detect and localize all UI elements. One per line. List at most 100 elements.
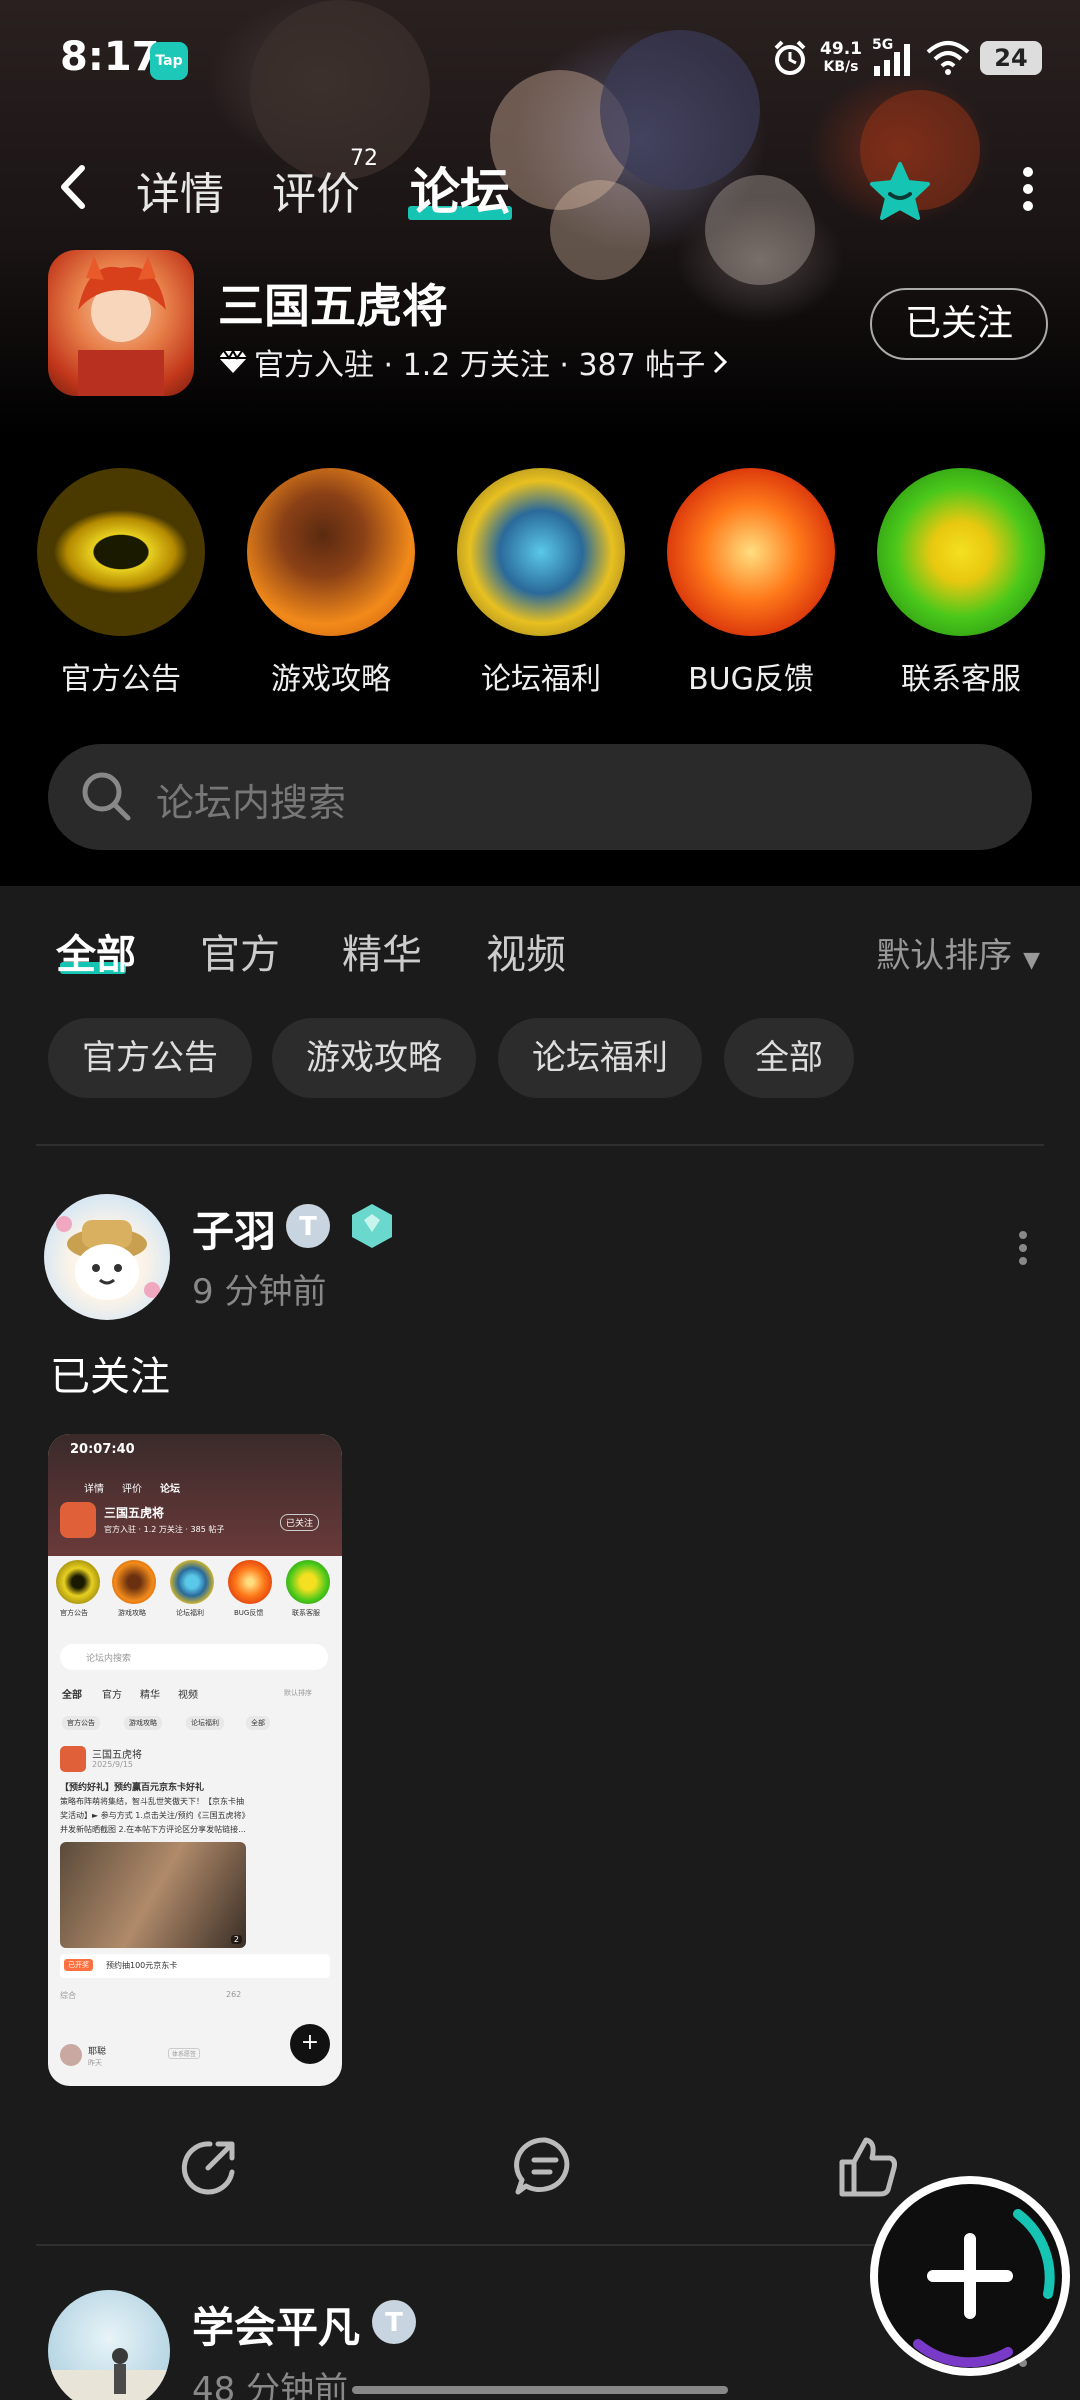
screenshot-chip: 游戏攻略 — [124, 1716, 162, 1730]
screenshot-lottery-bar: 已开奖 预约抽100元京东卡 — [60, 1954, 330, 1978]
screenshot-quick-label: 论坛福利 — [176, 1609, 204, 1617]
more-options-icon[interactable] — [1022, 166, 1034, 212]
screenshot-tag: 已开奖 — [64, 1959, 93, 1971]
favorite-star-icon[interactable] — [868, 160, 932, 224]
chip-all[interactable]: 全部 — [724, 1018, 854, 1098]
quick-link-label: BUG反馈 — [688, 662, 814, 697]
sort-dropdown[interactable]: 默认排序 ▼ — [876, 928, 1040, 977]
filter-tab-featured[interactable]: 精华 — [342, 922, 422, 980]
create-post-button[interactable] — [870, 2176, 1070, 2376]
screenshot-next-author: 耶聪 — [88, 2047, 107, 2057]
screenshot-next-time: 昨天 — [88, 2059, 102, 2067]
screenshot-post-avatar — [60, 1746, 86, 1772]
status-time: 8:17 — [60, 34, 160, 80]
quick-link-customer-service[interactable]: 联系客服 — [876, 468, 1046, 698]
screenshot-game-meta: 官方入驻 · 1.2 万关注 · 385 帖子 — [104, 1525, 225, 1534]
chip-benefits[interactable]: 论坛福利 — [498, 1018, 702, 1098]
caret-down-icon: ▼ — [1023, 948, 1040, 973]
taptap-app-icon: Tap — [150, 42, 188, 80]
screenshot-pumpkin-icon — [228, 1560, 272, 1604]
gift-rocket-icon — [457, 468, 625, 636]
post-time: 9 分钟前 — [192, 1272, 327, 1312]
screenshot-chip: 官方公告 — [62, 1716, 100, 1730]
screenshot-post-date: 2025/9/15 — [92, 1760, 134, 1769]
home-indicator — [352, 2386, 728, 2394]
back-arrow-icon[interactable] — [58, 164, 88, 210]
screenshot-image-count: 2 — [230, 1935, 242, 1944]
status-indicators: 49.1 KB/s 5G 24 — [770, 34, 1042, 82]
screenshot-tab: 评价 — [122, 1484, 142, 1495]
quick-link-announcements[interactable]: 官方公告 — [36, 468, 206, 698]
screenshot-time: 20:07:40 — [70, 1442, 135, 1457]
game-meta[interactable]: 官方入驻 · 1.2 万关注 · 387 帖子 — [218, 340, 729, 384]
search-placeholder: 论坛内搜索 — [156, 781, 347, 825]
sort-label: 默认排序 — [876, 936, 1013, 976]
screenshot-fire-icon — [112, 1560, 156, 1604]
screenshot-filter: 全部 — [62, 1690, 82, 1701]
quick-link-label: 游戏攻略 — [271, 662, 391, 697]
gem-badge-icon — [352, 1204, 392, 1248]
screenshot-post-line: 奖活动】► 参与方式 1.点击关注/预约《三国五虎将》 — [60, 1811, 250, 1820]
screenshot-category: 综合 — [60, 1991, 76, 2000]
chip-announcements[interactable]: 官方公告 — [48, 1018, 252, 1098]
filter-tab-official[interactable]: 官方 — [200, 922, 280, 980]
quick-link-label: 官方公告 — [61, 662, 181, 697]
quick-link-label: 论坛福利 — [481, 662, 601, 697]
cat-eye-icon — [37, 468, 205, 636]
quick-link-benefits[interactable]: 论坛福利 — [456, 468, 626, 698]
chip-guides[interactable]: 游戏攻略 — [272, 1018, 476, 1098]
forum-header: 8:17 Tap 49.1 KB/s 5G 24 详情 评价 72 论坛 三国五… — [0, 0, 1080, 886]
author-name[interactable]: 学会平凡 — [192, 2294, 360, 2355]
screenshot-chip: 论坛福利 — [186, 1716, 224, 1730]
author-avatar[interactable] — [44, 1194, 170, 1320]
game-title: 三国五虎将 — [218, 279, 448, 333]
post-image-screenshot[interactable]: 20:07:40 详情 评价 论坛 三国五虎将 官方入驻 · 1.2 万关注 ·… — [48, 1434, 342, 2086]
chevron-right-icon — [714, 350, 728, 374]
game-info: 三国五虎将 官方入驻 · 1.2 万关注 · 387 帖子 已关注 — [48, 250, 1048, 400]
level-badge-icon: T — [372, 2300, 416, 2344]
screenshot-chip: 全部 — [246, 1716, 270, 1730]
screenshot-post-line: 并发新帖晒截图 2.在本帖下方评论区分享发帖链接... — [60, 1825, 246, 1834]
game-stats: 官方入驻 · 1.2 万关注 · 387 帖子 — [254, 348, 706, 383]
screenshot-tag-text: 预约抽100元京东卡 — [106, 1961, 178, 1970]
forum-search-input[interactable]: 论坛内搜索 — [48, 744, 1032, 850]
pumpkin-icon — [667, 468, 835, 636]
screenshot-follow: 已关注 — [280, 1514, 320, 1531]
filter-section: 全部 官方 精华 视频 默认排序 ▼ 官方公告 游戏攻略 论坛福利 全部 — [0, 886, 1080, 1146]
screenshot-sort: 默认排序 — [284, 1689, 312, 1697]
status-bar: 8:17 Tap 49.1 KB/s 5G 24 — [0, 28, 1080, 92]
author-name[interactable]: 子羽 — [192, 1198, 276, 1259]
forum-post[interactable]: 子羽 T 9 分钟前 已关注 20:07:40 详情 评价 论坛 三国五虎将 官… — [0, 1146, 1080, 2246]
quick-link-guides[interactable]: 游戏攻略 — [246, 468, 416, 698]
screenshot-next-avatar — [60, 2044, 82, 2066]
screenshot-gift-icon — [170, 1560, 214, 1604]
wifi-icon — [926, 41, 970, 75]
screenshot-game-icon — [60, 1502, 96, 1538]
network-speed: 49.1 KB/s — [820, 39, 862, 75]
tab-details[interactable]: 详情 — [136, 158, 224, 222]
comment-icon[interactable] — [512, 2134, 578, 2200]
followed-button[interactable]: 已关注 — [870, 288, 1048, 360]
plus-cross-icon — [877, 468, 1045, 636]
screenshot-game-name: 三国五虎将 — [104, 1506, 165, 1520]
screenshot-cat-eye-icon — [56, 1560, 100, 1604]
screenshot-comment-count: 262 — [226, 1990, 242, 1999]
filter-tab-video[interactable]: 视频 — [486, 922, 566, 980]
post-more-icon[interactable] — [1018, 1230, 1028, 1266]
quick-link-label: 联系客服 — [901, 662, 1021, 697]
battery-indicator: 24 — [980, 41, 1042, 75]
game-icon[interactable] — [48, 250, 194, 396]
post-title: 已关注 — [50, 1354, 170, 1400]
share-icon[interactable] — [178, 2134, 244, 2200]
tab-reviews[interactable]: 评价 — [272, 158, 360, 222]
screenshot-post-image: 2 — [60, 1842, 246, 1948]
search-icon — [82, 772, 131, 821]
reviews-count: 72 — [350, 146, 378, 171]
svg-text:T: T — [385, 2308, 403, 2338]
author-avatar[interactable] — [48, 2290, 170, 2400]
screenshot-quick-label: 官方公告 — [60, 1609, 88, 1617]
quick-link-bug-report[interactable]: BUG反馈 — [666, 468, 836, 698]
tab-forum[interactable]: 论坛 — [410, 152, 510, 224]
filter-tab-all[interactable]: 全部 — [56, 922, 136, 980]
alarm-icon — [774, 40, 806, 75]
